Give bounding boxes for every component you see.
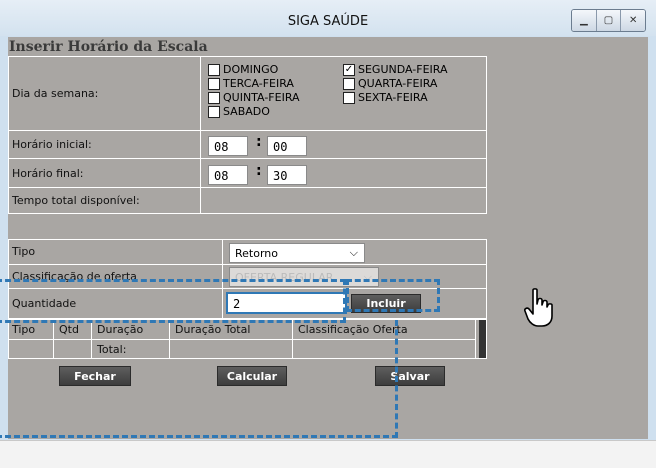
checkbox-quarta[interactable]: QUARTA-FEIRA [343,77,437,90]
tipo-select[interactable]: Retorno ⌵ [229,243,365,263]
checkbox-segunda[interactable]: ✓ SEGUNDA-FEIRA [343,63,448,76]
checkbox-label: TERCA-FEIRA [223,77,294,90]
window-title: SIGA SAÚDE [287,14,369,29]
start-minute-input[interactable]: 00 [267,136,307,156]
highlight-incluir-button [346,279,440,312]
tipo-value: Retorno [235,247,278,260]
checkbox-icon[interactable] [208,63,220,76]
checkbox-icon[interactable] [343,91,355,104]
checkbox-domingo[interactable]: DOMINGO [208,63,278,76]
checkbox-sexta[interactable]: SEXTA-FEIRA [343,91,428,104]
schedule-table: Dia da semana: DOMINGO ✓ SEGUNDA-FEIRA T… [8,56,487,214]
tipo-label: Tipo [12,245,36,258]
window-controls: ▁ ▢ ✕ [571,9,646,32]
checkmark-icon[interactable]: ✓ [343,63,355,76]
checkbox-label: DOMINGO [223,63,279,76]
title-bar[interactable]: SIGA SAÚDE ▁ ▢ ✕ [0,0,656,36]
form-title: Inserir Horário da Escala [9,39,208,55]
start-time-label: Horário inicial: [12,138,92,151]
hand-cursor-icon [524,288,554,328]
start-time-row: Horário inicial: 08 : 00 [9,131,486,159]
highlight-connector [0,320,398,438]
chevron-down-icon: ⌵ [349,246,358,259]
checkbox-label: SEXTA-FEIRA [358,91,428,104]
checkbox-label: QUARTA-FEIRA [358,77,438,90]
checkbox-icon[interactable] [208,77,220,90]
status-bar [0,440,656,468]
checkbox-icon[interactable] [343,77,355,90]
day-label: Dia da semana: [12,87,99,100]
checkbox-label: QUINTA-FEIRA [223,91,300,104]
checkbox-label: SEGUNDA-FEIRA [358,63,448,76]
start-hour-input[interactable]: 08 [208,136,248,156]
grid-scrollbar[interactable] [479,320,486,358]
checkbox-icon[interactable] [208,105,220,118]
close-icon[interactable]: ✕ [621,10,645,31]
time-separator: : [256,134,262,150]
maximize-icon[interactable]: ▢ [596,10,622,31]
end-time-row: Horário final: 08 : 30 [9,159,486,188]
checkbox-sabado[interactable]: SABADO [208,105,270,118]
end-hour-input[interactable]: 08 [208,165,248,185]
time-separator: : [256,163,262,179]
highlight-quantidade-row [0,279,346,323]
day-row: Dia da semana: DOMINGO ✓ SEGUNDA-FEIRA T… [9,57,486,131]
minimize-icon[interactable]: ▁ [572,10,597,31]
checkbox-quinta[interactable]: QUINTA-FEIRA [208,91,300,104]
tipo-row: Tipo Retorno ⌵ [9,240,486,265]
end-time-label: Horário final: [12,167,84,180]
total-time-row: Tempo total disponível: [9,188,486,213]
app-window: SIGA SAÚDE ▁ ▢ ✕ Inserir Horário da Esca… [0,0,656,440]
total-time-label: Tempo total disponível: [12,194,140,207]
checkbox-terca[interactable]: TERCA-FEIRA [208,77,294,90]
checkbox-icon[interactable] [208,91,220,104]
end-minute-input[interactable]: 30 [267,165,307,185]
checkbox-label: SABADO [223,105,270,118]
